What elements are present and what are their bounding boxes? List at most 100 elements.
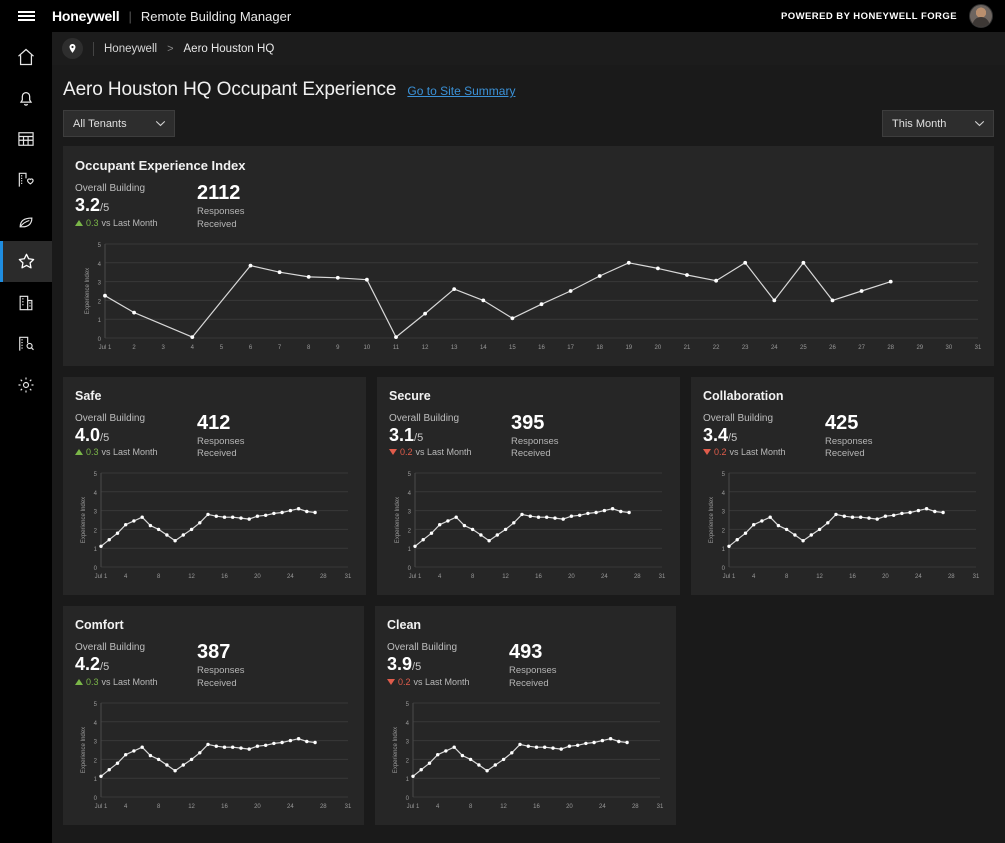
- responses-line-2: Received: [197, 678, 237, 690]
- svg-text:6: 6: [249, 345, 253, 351]
- svg-text:27: 27: [858, 345, 865, 351]
- delta-caption: vs Last Month: [415, 447, 472, 458]
- line-chart-svg: 012345Experience IndexJul 1 2 3 4 5 6 7 8 9 10 11 1…: [85, 243, 982, 351]
- score-denominator: /5: [414, 431, 424, 444]
- svg-text:18: 18: [596, 345, 603, 351]
- breadcrumb-current[interactable]: Aero Houston HQ: [184, 43, 275, 55]
- svg-text:8: 8: [157, 804, 161, 810]
- leaf-icon: [19, 216, 33, 227]
- sidebar-item-home[interactable]: [0, 36, 52, 77]
- svg-text:4: 4: [722, 491, 726, 497]
- row-spacer: [687, 606, 994, 836]
- delta-row: 0.3 vs Last Month: [75, 447, 197, 457]
- svg-text:8: 8: [307, 345, 311, 351]
- overall-building-label: Overall Building: [75, 183, 146, 194]
- responses-line-2: Received: [197, 218, 237, 230]
- svg-text:4: 4: [124, 804, 128, 810]
- svg-text:23: 23: [742, 345, 749, 351]
- chart-secure: 0 1 2 3 4 5 Experience Index Jul 1 4 8 12 16 20 24 28 3…: [377, 461, 680, 595]
- svg-text:2: 2: [94, 758, 98, 764]
- stat-responses-block: 412 Responses Received: [197, 412, 245, 462]
- stat-score-block: Overall Building 3.9/5 0.2 vs Last Month: [387, 642, 509, 691]
- svg-text:2: 2: [406, 758, 410, 764]
- score-denominator: /5: [100, 661, 110, 674]
- svg-text:12: 12: [422, 345, 429, 351]
- svg-text:20: 20: [254, 804, 261, 810]
- overall-building-label: Overall Building: [387, 642, 458, 654]
- svg-text:10: 10: [364, 345, 371, 351]
- svg-text:28: 28: [320, 574, 327, 580]
- responses-line-2: Received: [197, 448, 237, 460]
- stat-score-block: Overall Building 3.2/5 0.3 vs Last Month: [75, 183, 197, 232]
- hamburger-menu-icon[interactable]: [0, 9, 52, 23]
- responses-line-1: Responses: [197, 206, 245, 217]
- svg-text:20: 20: [568, 574, 575, 580]
- score-value: 3.2/5: [75, 195, 197, 216]
- period-filter-select[interactable]: This Month: [882, 110, 994, 137]
- sidebar-item-building-search[interactable]: [0, 323, 52, 364]
- overall-building-label: Overall Building: [75, 642, 146, 654]
- go-to-site-summary-link[interactable]: Go to Site Summary: [407, 84, 515, 98]
- delta-value: 0.2: [400, 447, 413, 458]
- responses-caption: Responses Received: [197, 665, 245, 691]
- svg-text:Jul 1: Jul 1: [99, 345, 112, 351]
- svg-text:24: 24: [601, 574, 608, 580]
- svg-text:12: 12: [500, 804, 507, 810]
- svg-text:2: 2: [722, 529, 726, 535]
- grid-calendar-icon: [18, 131, 34, 146]
- svg-text:20: 20: [566, 804, 573, 810]
- stat-score-block: Overall Building 4.0/5 0.3 vs Last Month: [75, 413, 197, 462]
- svg-text:31: 31: [659, 574, 666, 580]
- responses-line-1: Responses: [197, 665, 245, 677]
- svg-text:4: 4: [191, 345, 195, 351]
- card-stats: Overall Building 3.4/5 0.2 vs Last Month: [691, 403, 994, 462]
- breadcrumb-divider: [93, 41, 94, 56]
- responses-count: 2112: [197, 182, 241, 204]
- svg-text:Experience Index: Experience Index: [393, 727, 399, 773]
- svg-text:Experience Index: Experience Index: [85, 267, 91, 313]
- sidebar-item-alerts[interactable]: [0, 77, 52, 118]
- app-root: Honeywell | Remote Building Manager POWE…: [0, 0, 1005, 843]
- svg-text:24: 24: [287, 804, 294, 810]
- svg-text:12: 12: [188, 804, 195, 810]
- left-nav-rail: [0, 32, 52, 843]
- svg-text:20: 20: [655, 345, 662, 351]
- card-safe: Safe Overall Building 4.0/5 0.3 vs Last …: [63, 376, 366, 596]
- card-comfort: Comfort Overall Building 4.2/5 0.3 vs La…: [63, 606, 364, 825]
- score-number: 4.2: [75, 654, 101, 675]
- sidebar-item-settings[interactable]: [0, 364, 52, 405]
- sidebar-item-schedule[interactable]: [0, 118, 52, 159]
- svg-text:24: 24: [287, 574, 294, 580]
- svg-text:20: 20: [254, 574, 261, 580]
- building-heart-icon: [18, 172, 34, 187]
- responses-caption: Responses Received: [825, 436, 873, 462]
- sidebar-item-wellness[interactable]: [0, 159, 52, 200]
- delta-row: 0.3 vs Last Month: [75, 218, 197, 228]
- score-denominator: /5: [728, 431, 738, 444]
- svg-text:Jul 1: Jul 1: [95, 804, 108, 810]
- top-bar: Honeywell | Remote Building Manager POWE…: [0, 0, 1005, 32]
- tenant-filter-select[interactable]: All Tenants: [63, 110, 175, 137]
- svg-text:12: 12: [188, 574, 195, 580]
- sidebar-item-buildings[interactable]: [0, 282, 52, 323]
- sidebar-item-occupant-experience[interactable]: [0, 241, 52, 282]
- card-title: Comfort: [75, 618, 124, 633]
- delta-caption: vs Last Month: [101, 676, 158, 687]
- svg-text:16: 16: [535, 574, 542, 580]
- stat-score-block: Overall Building 3.4/5 0.2 vs Last Month: [703, 413, 825, 462]
- svg-text:1: 1: [94, 777, 98, 783]
- stat-responses-block: 493 Responses Received: [509, 642, 557, 691]
- sidebar-item-energy[interactable]: [0, 200, 52, 241]
- svg-text:31: 31: [345, 804, 352, 810]
- user-avatar-icon[interactable]: [969, 4, 993, 28]
- score-denominator: /5: [100, 202, 110, 214]
- breadcrumb: Honeywell > Aero Houston HQ: [52, 32, 1005, 65]
- card-collaboration: Collaboration Overall Building 3.4/5 0.2…: [691, 376, 994, 596]
- svg-text:Jul 1: Jul 1: [95, 574, 108, 580]
- svg-text:Jul 1: Jul 1: [723, 574, 736, 580]
- location-pin-icon[interactable]: [62, 38, 83, 59]
- delta-row: 0.3 vs Last Month: [75, 677, 197, 687]
- breadcrumb-root[interactable]: Honeywell: [104, 43, 157, 55]
- trend-up-icon: [75, 449, 83, 456]
- overall-building-label: Overall Building: [75, 412, 146, 424]
